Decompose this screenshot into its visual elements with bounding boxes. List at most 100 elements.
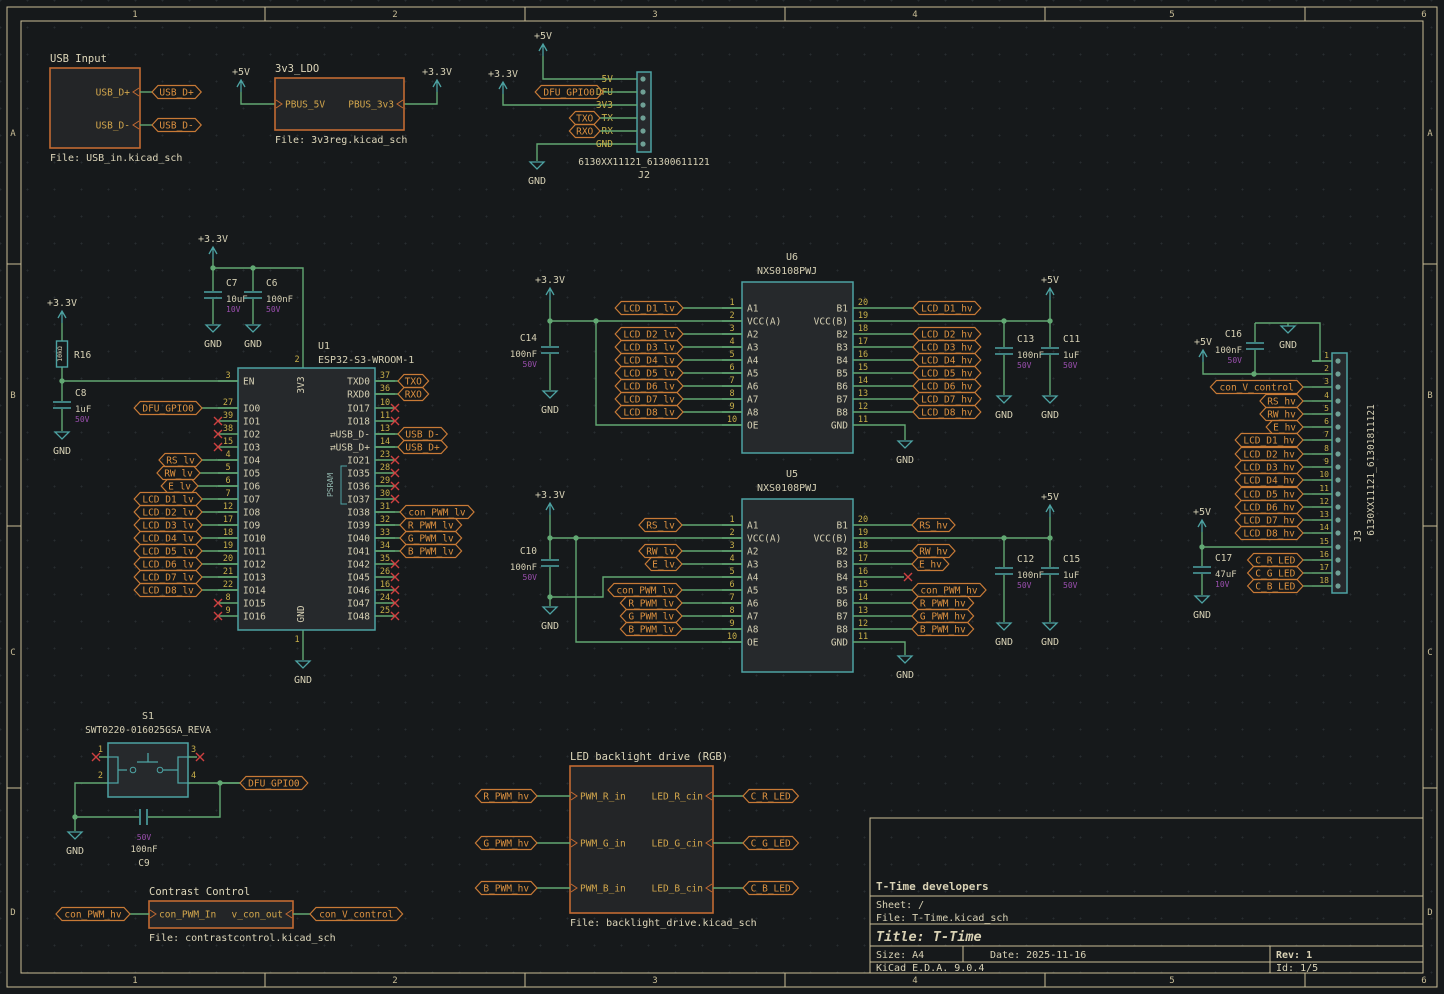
ground-symbol[interactable]: GND: [1041, 396, 1059, 421]
global-label-LCD_D7_lv[interactable]: LCD_D7_lv: [615, 393, 742, 406]
resistor-R16[interactable]: R1610kΩ: [56, 341, 91, 367]
global-label-RW_hv[interactable]: RW_hv: [1260, 408, 1312, 421]
global-label-LCD_D4_hv[interactable]: LCD_D4_hv: [873, 354, 981, 367]
global-label-E_hv[interactable]: E_hv: [1266, 421, 1312, 434]
switch-S1[interactable]: 1324S1SWT0220-016025GSA_REVA: [85, 711, 211, 797]
capacitor-C14[interactable]: C14100nF50V: [510, 333, 559, 369]
global-label-G_PWM_hv[interactable]: G_PWM_hv: [475, 837, 570, 850]
ground-symbol[interactable]: GND: [1041, 623, 1059, 648]
component-U1[interactable]: U1ESP32-S3-WROOM-13EN27IO039IO138IO215IO…: [214, 341, 414, 645]
global-label-USB_D+[interactable]: USB_D+: [140, 86, 201, 99]
ground-symbol[interactable]: GND: [204, 325, 222, 350]
global-label-RS_hv[interactable]: RS_hv: [1260, 395, 1312, 408]
ground-symbol[interactable]: GND: [995, 623, 1013, 648]
ground-symbol[interactable]: GND: [896, 441, 914, 466]
capacitor-C16[interactable]: C16100nF50V: [1215, 329, 1264, 365]
capacitor-C17[interactable]: C1747uF10V: [1193, 553, 1237, 589]
power-symbol-+5V[interactable]: +5V: [1193, 507, 1211, 532]
global-label-LCD_D8_lv[interactable]: LCD_D8_lv: [615, 406, 742, 419]
global-label-LCD_D4_hv[interactable]: LCD_D4_hv: [1235, 474, 1312, 487]
power-symbol-+5V[interactable]: +5V: [534, 31, 552, 56]
global-label-C_B_LED[interactable]: C_B_LED: [713, 882, 798, 895]
global-label-C_G_LED[interactable]: C_G_LED: [1248, 567, 1312, 580]
global-label-con_PWM_lv[interactable]: con_PWM_lv: [608, 584, 742, 597]
component-U6[interactable]: U6NXS0108PWJ1A12VCC(A)3A24A35A46A57A68A7…: [722, 252, 873, 453]
global-label-LCD_D3_hv[interactable]: LCD_D3_hv: [873, 341, 981, 354]
component-U5[interactable]: U5NXS0108PWJ1A12VCC(A)3A24A35A46A57A68A7…: [722, 469, 873, 672]
global-label-LCD_D3_lv[interactable]: LCD_D3_lv: [615, 341, 742, 354]
global-label-R_PWM_lv[interactable]: R_PWM_lv: [620, 597, 742, 610]
global-label-LCD_D5_lv[interactable]: LCD_D5_lv: [615, 367, 742, 380]
global-label-RS_lv[interactable]: RS_lv: [639, 519, 742, 532]
global-label-LCD_D5_hv[interactable]: LCD_D5_hv: [1235, 488, 1312, 501]
global-label-LCD_D6_lv[interactable]: LCD_D6_lv: [615, 380, 742, 393]
global-label-C_B_LED[interactable]: C_B_LED: [1248, 580, 1312, 593]
capacitor-C10[interactable]: C10100nF50V: [510, 546, 559, 582]
ground-symbol[interactable]: GND: [541, 607, 559, 632]
global-label-R_PWM_hv[interactable]: R_PWM_hv: [873, 597, 974, 610]
power-symbol-+3.3V[interactable]: +3.3V: [535, 490, 565, 515]
capacitor-C9[interactable]: 50V100nFC9: [130, 809, 157, 869]
global-label-con_PWM_hv[interactable]: con_PWM_hv: [873, 584, 986, 597]
global-label-con_PWM_hv[interactable]: con_PWM_hv: [56, 908, 149, 921]
ground-symbol[interactable]: GND: [53, 432, 71, 457]
ground-symbol[interactable]: GND: [244, 325, 262, 350]
global-label-B_PWM_hv[interactable]: B_PWM_hv: [475, 882, 570, 895]
connector-J3[interactable]: 123456789101112131415161718J36130XX11121…: [1312, 351, 1377, 593]
global-label-LCD_D8_hv[interactable]: LCD_D8_hv: [873, 406, 981, 419]
power-symbol-+3.3V[interactable]: +3.3V: [488, 69, 518, 94]
power-symbol-+5V[interactable]: +5V: [1041, 492, 1059, 517]
power-symbol-+3.3V[interactable]: +3.3V: [198, 234, 228, 259]
global-label-RS_hv[interactable]: RS_hv: [873, 519, 955, 532]
global-label-LCD_D1_hv[interactable]: LCD_D1_hv: [1235, 434, 1312, 447]
global-label-C_R_LED[interactable]: C_R_LED: [1248, 554, 1312, 567]
global-label-B_PWM_lv[interactable]: B_PWM_lv: [620, 623, 742, 636]
ground-symbol[interactable]: GND: [995, 396, 1013, 421]
ground-symbol[interactable]: GND: [541, 391, 559, 416]
global-label-LCD_D1_lv[interactable]: LCD_D1_lv: [615, 302, 742, 315]
sheet-3v3_ldo[interactable]: 3v3_LDOFile: 3v3reg.kicad_schPBUS_5VPBUS…: [275, 63, 407, 146]
global-label-LCD_D8_hv[interactable]: LCD_D8_hv: [1235, 527, 1312, 540]
ground-symbol[interactable]: GND: [528, 162, 546, 187]
global-label-RW_lv[interactable]: RW_lv: [639, 545, 742, 558]
global-label-C_G_LED[interactable]: C_G_LED: [713, 837, 798, 850]
capacitor-C8[interactable]: C81uF50V: [53, 388, 91, 424]
global-label-R_PWM_hv[interactable]: R_PWM_hv: [475, 790, 570, 803]
sheet-contrast-control[interactable]: Contrast ControlFile: contrastcontrol.ki…: [149, 886, 336, 944]
global-label-LCD_D7_hv[interactable]: LCD_D7_hv: [1235, 514, 1312, 527]
power-symbol-+5V[interactable]: +5V: [1194, 337, 1212, 362]
global-label-LCD_D3_hv[interactable]: LCD_D3_hv: [1235, 461, 1312, 474]
global-label-C_R_LED[interactable]: C_R_LED: [713, 790, 798, 803]
schematic-canvas[interactable]: T-Time developers Sheet: / File: T-Time.…: [0, 0, 1444, 994]
global-label-LCD_D7_hv[interactable]: LCD_D7_hv: [873, 393, 981, 406]
global-label-LCD_D5_hv[interactable]: LCD_D5_hv: [873, 367, 981, 380]
global-label-LCD_D2_hv[interactable]: LCD_D2_hv: [873, 328, 981, 341]
global-label-G_PWM_hv[interactable]: G_PWM_hv: [873, 610, 974, 623]
global-label-LCD_D1_hv[interactable]: LCD_D1_hv: [873, 302, 981, 315]
ground-symbol[interactable]: GND: [896, 656, 914, 681]
global-label-E_lv[interactable]: E_lv: [645, 558, 742, 571]
connector-body-J2[interactable]: [637, 72, 651, 152]
capacitor-C13[interactable]: C13100nF50V: [995, 334, 1044, 370]
connector-J2[interactable]: 5VDFU3V3TXRXGND6130XX11121_61300611121J2: [578, 72, 710, 181]
ground-symbol[interactable]: GND: [1279, 326, 1297, 351]
global-label-G_PWM_lv[interactable]: G_PWM_lv: [620, 610, 742, 623]
global-label-LCD_D4_lv[interactable]: LCD_D4_lv: [615, 354, 742, 367]
global-label-E_hv[interactable]: E_hv: [873, 558, 949, 571]
global-label-RW_hv[interactable]: RW_hv: [873, 545, 955, 558]
sheet-body[interactable]: [50, 68, 140, 148]
power-symbol-+3.3V[interactable]: +3.3V: [422, 67, 452, 92]
capacitor-C12[interactable]: C12100nF50V: [995, 554, 1044, 590]
power-symbol-+5V[interactable]: +5V: [1041, 275, 1059, 300]
global-label-B_PWM_hv[interactable]: B_PWM_hv: [873, 623, 974, 636]
capacitor-C15[interactable]: C151uF50V: [1041, 554, 1080, 590]
global-label-LCD_D6_hv[interactable]: LCD_D6_hv: [873, 380, 981, 393]
global-label-USB_D-[interactable]: USB_D-: [140, 119, 201, 132]
global-label-DFU_GPIO0[interactable]: DFU_GPIO0: [220, 777, 308, 790]
ground-symbol[interactable]: GND: [66, 832, 84, 857]
sheet-usb-input[interactable]: USB InputFile: USB_in.kicad_schUSB_D+USB…: [50, 53, 182, 164]
capacitor-C6[interactable]: C6100nF50V: [244, 278, 293, 314]
sheet-led-backlight-drive-(rgb)[interactable]: LED backlight drive (RGB)File: backlight…: [570, 751, 757, 929]
power-symbol-+5V[interactable]: +5V: [232, 67, 250, 92]
global-label-LCD_D2_hv[interactable]: LCD_D2_hv: [1235, 448, 1312, 461]
